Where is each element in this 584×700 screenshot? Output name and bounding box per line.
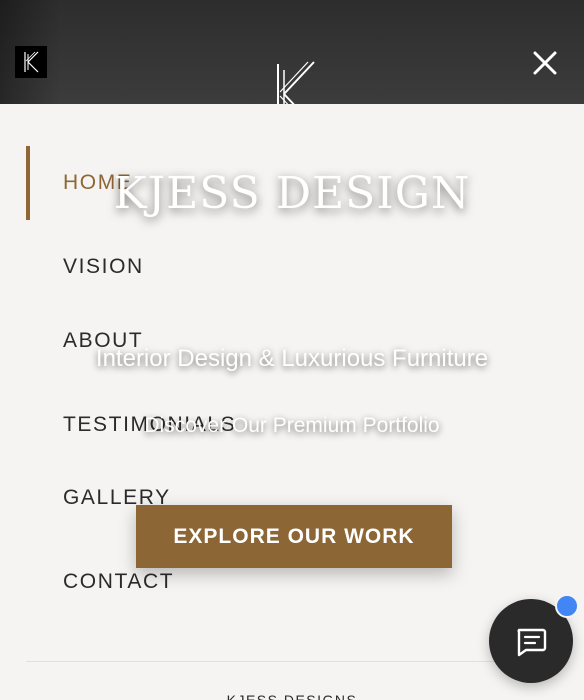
- menu-item-label: CONTACT: [63, 570, 175, 593]
- chat-notification-badge: [555, 594, 579, 618]
- hero-tagline: Discover Our Premium Portfolio: [144, 414, 440, 437]
- explore-our-work-button[interactable]: EXPLORE OUR WORK: [136, 505, 452, 568]
- menu-divider: [26, 661, 558, 662]
- kjess-monogram-icon: [24, 51, 39, 73]
- hero-title: KJESS DESIGN: [113, 168, 471, 219]
- small-logo[interactable]: [15, 46, 47, 78]
- close-icon: [533, 51, 557, 75]
- close-menu-button[interactable]: [528, 46, 562, 80]
- hero-subtitle: Interior Design & Luxurious Furniture: [95, 345, 489, 372]
- chat-icon: [517, 628, 547, 657]
- menu-item-vision[interactable]: VISION: [26, 230, 386, 304]
- footer-brand: KJESS DESIGNS: [226, 692, 358, 700]
- menu-item-label: VISION: [63, 255, 144, 278]
